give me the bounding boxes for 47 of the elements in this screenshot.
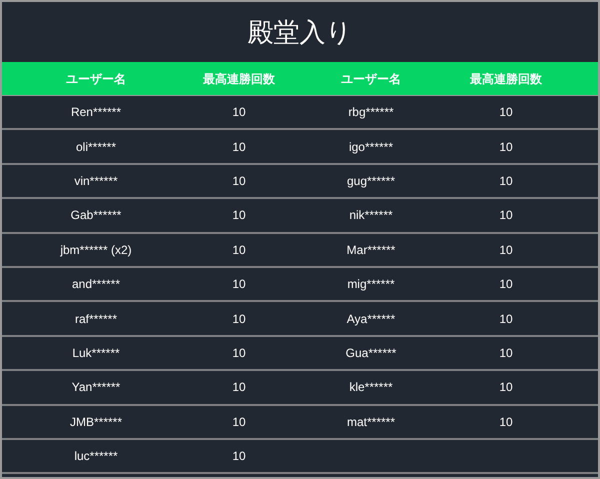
table-cell-text: 10 — [499, 207, 513, 224]
table-cell-text: igo****** — [348, 138, 394, 156]
table-cell-text: 10 — [232, 172, 246, 190]
table-cell-text: Yan****** — [72, 379, 120, 396]
table-cell-text: 10 — [499, 310, 513, 328]
table-cell-text: mat****** — [346, 414, 396, 431]
table-cell-text: JMB****** — [70, 414, 122, 431]
column-header: 最高連勝回数 — [470, 70, 542, 88]
table-cell-text: 10 — [232, 104, 246, 122]
table-cell-text: jbm****** (x2) — [60, 242, 132, 259]
table-cell-text: 10 — [232, 379, 246, 396]
table-cell-text: 10 — [499, 379, 513, 396]
table-cell-text: 10 — [499, 172, 513, 190]
table-cell-text: luc****** — [74, 448, 118, 466]
column-header: 最高連勝回数 — [203, 70, 275, 88]
table-cell-text: 10 — [232, 448, 246, 466]
table-cell-text: kle****** — [349, 379, 393, 396]
column-header: ユーザー名 — [341, 70, 401, 88]
page-title: 殿堂入り — [248, 16, 352, 48]
table-cell-text: 10 — [232, 310, 246, 328]
table-cell-text: gug****** — [346, 172, 396, 190]
table-cell-text: 10 — [499, 276, 513, 294]
table-cell-text: 10 — [232, 207, 246, 224]
table-cell-text: and****** — [72, 276, 120, 294]
table-cell-text: 10 — [232, 414, 246, 431]
table-cell-text: Mar****** — [346, 242, 396, 259]
table-cell-text: 10 — [499, 104, 513, 122]
table-cell-text: oli****** — [76, 138, 116, 156]
table-cell-text: Luk****** — [72, 344, 120, 362]
table-cell-text: Gua****** — [346, 344, 396, 362]
table-cell-text: 10 — [232, 344, 246, 362]
table-cell-text: nik****** — [349, 207, 393, 224]
table-cell-text: 10 — [232, 242, 246, 259]
table-cell-text: Ren****** — [70, 104, 122, 122]
column-header: ユーザー名 — [66, 70, 126, 88]
table-cell-text: 10 — [499, 344, 513, 362]
table-cell-text: 10 — [499, 242, 513, 259]
table-cell-text: 10 — [499, 138, 513, 156]
table-cell-text: Gab****** — [70, 207, 122, 224]
table-cell-text: 10 — [232, 138, 246, 156]
table-cell-text: Aya****** — [346, 310, 396, 328]
table-cell-text: 10 — [232, 276, 246, 294]
table-cell-text: rbg****** — [348, 104, 394, 122]
table-cell-text: mig****** — [347, 276, 395, 294]
table-cell-text: 10 — [499, 414, 513, 431]
table-cell-text: vin****** — [74, 172, 118, 190]
table-cell-text: raf****** — [74, 310, 118, 328]
